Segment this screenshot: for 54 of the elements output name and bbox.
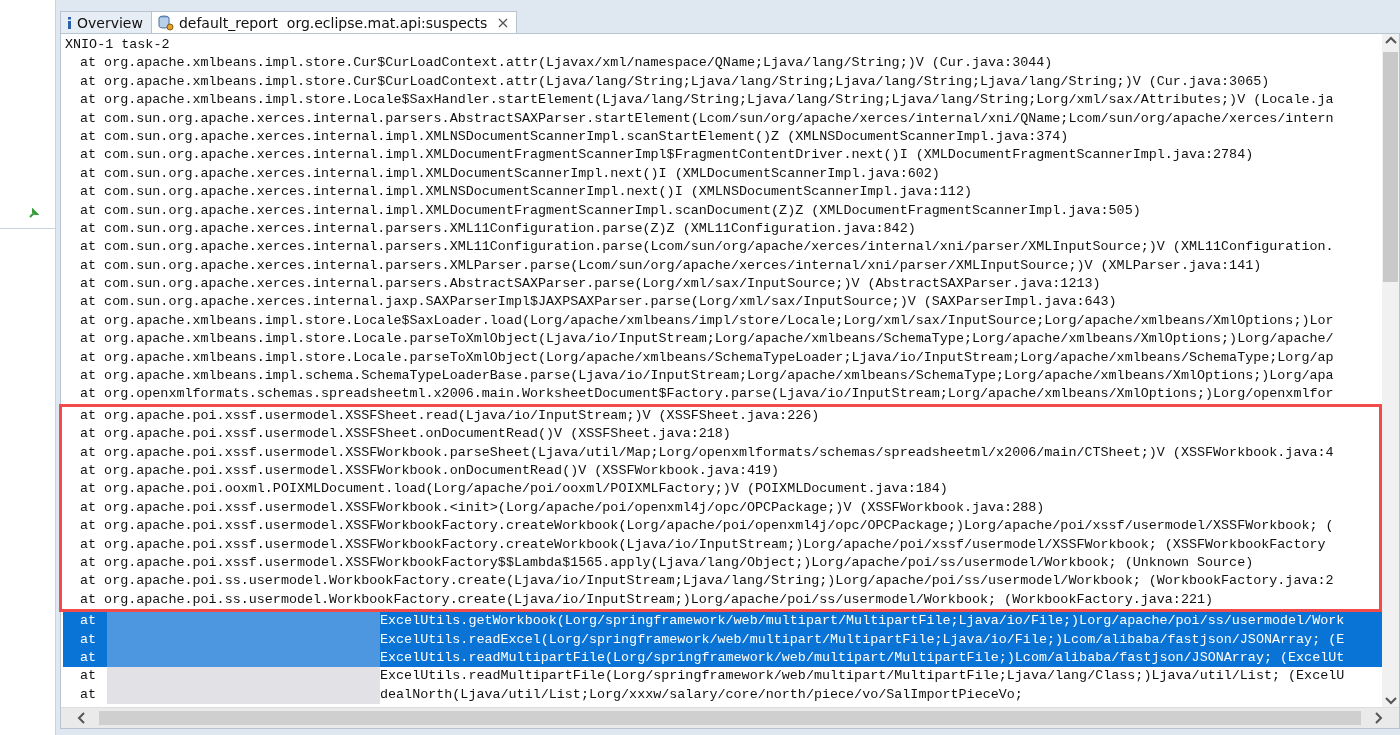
stack-frame: at org.apache.xmlbeans.impl.store.Cur$CurLoadContext.attr(Ljava/lang/String;Ljava/lang/String;Ljava/lang/String;Ljava/lang/String;)V (Cur.java:3065)	[63, 72, 1382, 92]
stack-frame: at org.apache.poi.xssf.usermodel.XSSFSheet.read(Ljava/io/InputStream;)V (XSSFSheet.java:226)	[63, 406, 1379, 426]
stack-frame: at org.apache.xmlbeans.impl.store.Locale.parseToXmlObject(Lorg/apache/xmlbeans/SchemaTypeLoader;Ljava/io/InputStream;Lorg/apache/xmlbeans/SchemaType;Lorg/ap	[63, 348, 1382, 368]
stack-frame: at com.sun.org.apache.xerces.internal.jaxp.SAXParserImpl$JAXPSAXParser.parse(Lorg/xml/sax/InputSource;)V (SAXParserImpl.java:643)	[63, 293, 1382, 312]
stack-frame: at org.apache.poi.xssf.usermodel.XSSFWorkbookFactory.createWorkbook(Ljava/io/InputStream;)Lorg/apache/poi/xssf/usermodel/XSSFWorkbook; (XSSFWorkbookFactory	[63, 535, 1379, 554]
stack-frame-prefix: at	[80, 667, 98, 686]
stack-frame: at com.sun.org.apache.xerces.internal.parsers.AbstractSAXParser.startElement(Lcom/sun/org/apache/xerces/internal/xni/QName;Lcom/sun/org/apache/xerces/intern	[63, 109, 1382, 128]
stack-frame: at org.apache.xmlbeans.impl.store.Locale.parseToXmlObject(Ljava/io/InputStream;Lorg/apache/xmlbeans/SchemaType;Lorg/apache/xmlbeans/XmlOptions;)Lorg/apache/	[63, 330, 1382, 349]
stack-frame: dealNorth(Ljava/util/List;Lorg/xxxw/salary/core/north/piece/vo/SalImportPieceVo;	[380, 685, 1023, 705]
stack-frame: at com.sun.org.apache.xerces.internal.parsers.XMLParser.parse(Lcom/sun/org/apache/xerces/internal/xni/parser/XMLInputSource;)V (XMLParser.java:141)	[63, 256, 1382, 276]
stack-frame: at org.apache.xmlbeans.impl.store.Cur$CurLoadContext.attr(Ljavax/xml/namespace/QName;Ljava/lang/String;)V (Cur.java:3044)	[63, 54, 1382, 73]
stack-frame: at com.sun.org.apache.xerces.internal.parsers.XML11Configuration.parse(Lcom/sun/org/apache/xerces/internal/xni/parser/XMLInputSource;)V (XML11Configuration.	[63, 238, 1382, 257]
stack-frame: at org.openxmlformats.schemas.spreadsheetml.x2006.main.WorksheetDocument$Factory.parse(Ljava/io/InputStream;Lorg/apache/xmlbeans/XmlOptions;)Lorg/openxmlfor	[63, 385, 1382, 404]
thread-name: XNIO-1 task-2	[64, 36, 171, 54]
stack-frame-row[interactable]: at ExcelUtils.readMultipartFile(Lorg/springframework/web/multipart/MultipartFile;Ljava/lang/Class;)Ljava/util/List; (ExcelU	[63, 667, 1382, 686]
stack-frame-prefix: at	[80, 648, 98, 667]
stack-frame: at org.apache.poi.xssf.usermodel.XSSFWorkbook.parseSheet(Ljava/util/Map;Lorg/openxmlformats/schemas/spreadsheetml/x2006/main/CTSheet;)V (XSSFWorkbook.java:4	[63, 443, 1379, 462]
stack-frame: at com.sun.org.apache.xerces.internal.impl.XMLNSDocumentScannerImpl.scanStartElement()Z (XMLNSDocumentScannerImpl.java:374)	[63, 127, 1382, 147]
stack-frame: at com.sun.org.apache.xerces.internal.impl.XMLDocumentFragmentScannerImpl.scanDocument(Z)Z (XMLDocumentFragmentScannerImpl.java:505)	[63, 201, 1382, 220]
stack-frame-row[interactable]: at ExcelUtils.getWorkbook(Lorg/springframework/web/multipart/MultipartFile;Ljava/io/File;)Lorg/apache/poi/ss/usermodel/Work	[63, 612, 1382, 631]
stack-frame-prefix: at	[80, 630, 98, 649]
vertical-scrollbar[interactable]	[1382, 34, 1399, 707]
stack-frame-prefix: at	[80, 612, 98, 631]
stack-frame: at com.sun.org.apache.xerces.internal.impl.XMLNSDocumentScannerImpl.next()I (XMLNSDocumentScannerImpl.java:112)	[63, 183, 1382, 202]
stack-frame: at com.sun.org.apache.xerces.internal.parsers.AbstractSAXParser.parse(Lorg/xml/sax/InputSource;)V (AbstractSAXParser.java:1213)	[63, 275, 1382, 294]
database-gear-icon	[157, 14, 174, 31]
scroll-thumb[interactable]	[1383, 52, 1398, 282]
editor-tab[interactable]: default_report org.eclipse.mat.api:suspects	[150, 11, 518, 33]
scroll-thumb[interactable]	[99, 711, 1361, 725]
stack-frame-row[interactable]: at dealNorth(Ljava/util/List;Lorg/xxxw/salary/core/north/piece/vo/SalImportPieceVo;	[63, 685, 1382, 705]
stack-frame: ExcelUtils.readExcel(Lorg/springframework/web/multipart/MultipartFile;Ljava/io/File;)Lcom/alibaba/fastjson/JSONArray; (E	[380, 630, 1345, 649]
stack-frame: at org.apache.poi.ss.usermodel.WorkbookFactory.create(Ljava/io/InputStream;)Lorg/apache/poi/ss/usermodel/Workbook; (WorkbookFactory.java:221)	[63, 590, 1379, 610]
stack-frame: at org.apache.poi.ooxml.POIXMLDocument.load(Lorg/apache/poi/ooxml/POIXMLFactory;)V (POIXMLDocument.java:184)	[63, 480, 1379, 499]
stack-frame: at org.apache.poi.xssf.usermodel.XSSFSheet.onDocumentRead()V (XSSFSheet.java:218)	[63, 425, 1379, 444]
stack-frame: ExcelUtils.getWorkbook(Lorg/springframework/web/multipart/MultipartFile;Ljava/io/File;)Lorg/apache/poi/ss/usermodel/Work	[380, 612, 1345, 631]
editor-tab[interactable]: Overview	[60, 11, 152, 33]
stack-frame: ExcelUtils.readMultipartFile(Lorg/springframework/web/multipart/MultipartFile;)Lcom/alibaba/fastjson/JSONArray; (ExcelUt	[380, 648, 1345, 668]
horizontal-scrollbar[interactable]	[61, 707, 1399, 728]
stack-frame: at org.apache.xmlbeans.impl.schema.SchemaTypeLoaderBase.parse(Ljava/io/InputStream;Lorg/apache/xmlbeans/SchemaType;Lorg/apache/xmlbeans/XmlOptions;)Lorg/apa	[63, 367, 1382, 386]
stack-frame: at com.sun.org.apache.xerces.internal.impl.XMLDocumentFragmentScannerImpl$FragmentContentDriver.next()I (XMLDocumentFragmentScannerImpl.java:2784)	[63, 146, 1382, 165]
stack-frame: at org.apache.poi.xssf.usermodel.XSSFWorkbookFactory$$Lambda$1565.apply(Ljava/lang/Object;)Lorg/apache/poi/ss/usermodel/Workbook; (Unknown Source)	[63, 553, 1379, 573]
stack-frame: at org.apache.xmlbeans.impl.store.Locale$SaxLoader.load(Lorg/apache/xmlbeans/impl/store/Locale;Lorg/xml/sax/InputSource;Lorg/apache/xmlbeans/XmlOptions;)Lor	[63, 311, 1382, 331]
stack-frame: at com.sun.org.apache.xerces.internal.impl.XMLDocumentScannerImpl.next()I (XMLDocumentScannerImpl.java:602)	[63, 164, 1382, 184]
stack-frame: at org.apache.poi.xssf.usermodel.XSSFWorkbook.onDocumentRead()V (XSSFWorkbook.java:419)	[63, 462, 1379, 481]
stack-frame: ExcelUtils.readMultipartFile(Lorg/springframework/web/multipart/MultipartFile;Ljava/lang/Class;)Ljava/util/List; (ExcelU	[380, 667, 1345, 686]
stack-frame: at org.apache.poi.xssf.usermodel.XSSFWorkbookFactory.createWorkbook(Lorg/apache/poi/openxml4j/opc/OPCPackage;)Lorg/apache/poi/xssf/usermodel/XSSFWorkbook; (	[63, 517, 1379, 536]
stack-frame: at com.sun.org.apache.xerces.internal.parsers.XML11Configuration.parse(Z)Z (XML11Configuration.java:842)	[63, 219, 1382, 239]
stack-frame: at org.apache.poi.ss.usermodel.WorkbookFactory.create(Ljava/io/InputStream;Ljava/lang/String;)Lorg/apache/poi/ss/usermodel/Workbook; (WorkbookFactory.java:2	[63, 572, 1379, 591]
pin-icon[interactable]	[29, 208, 39, 218]
close-icon[interactable]	[498, 17, 509, 28]
stack-frame-prefix: at	[80, 685, 98, 704]
info-icon	[67, 16, 72, 29]
stack-frame: at org.apache.xmlbeans.impl.store.Locale$SaxHandler.startElement(Ljava/lang/String;Ljava/lang/String;Ljava/lang/String;Lorg/xml/sax/Attributes;)V (Locale.ja	[63, 91, 1382, 110]
stack-frame: at org.apache.poi.xssf.usermodel.XSSFWorkbook.<init>(Lorg/apache/poi/openxml4j/opc/OPCPackage;)V (XSSFWorkbook.java:288)	[63, 498, 1379, 518]
